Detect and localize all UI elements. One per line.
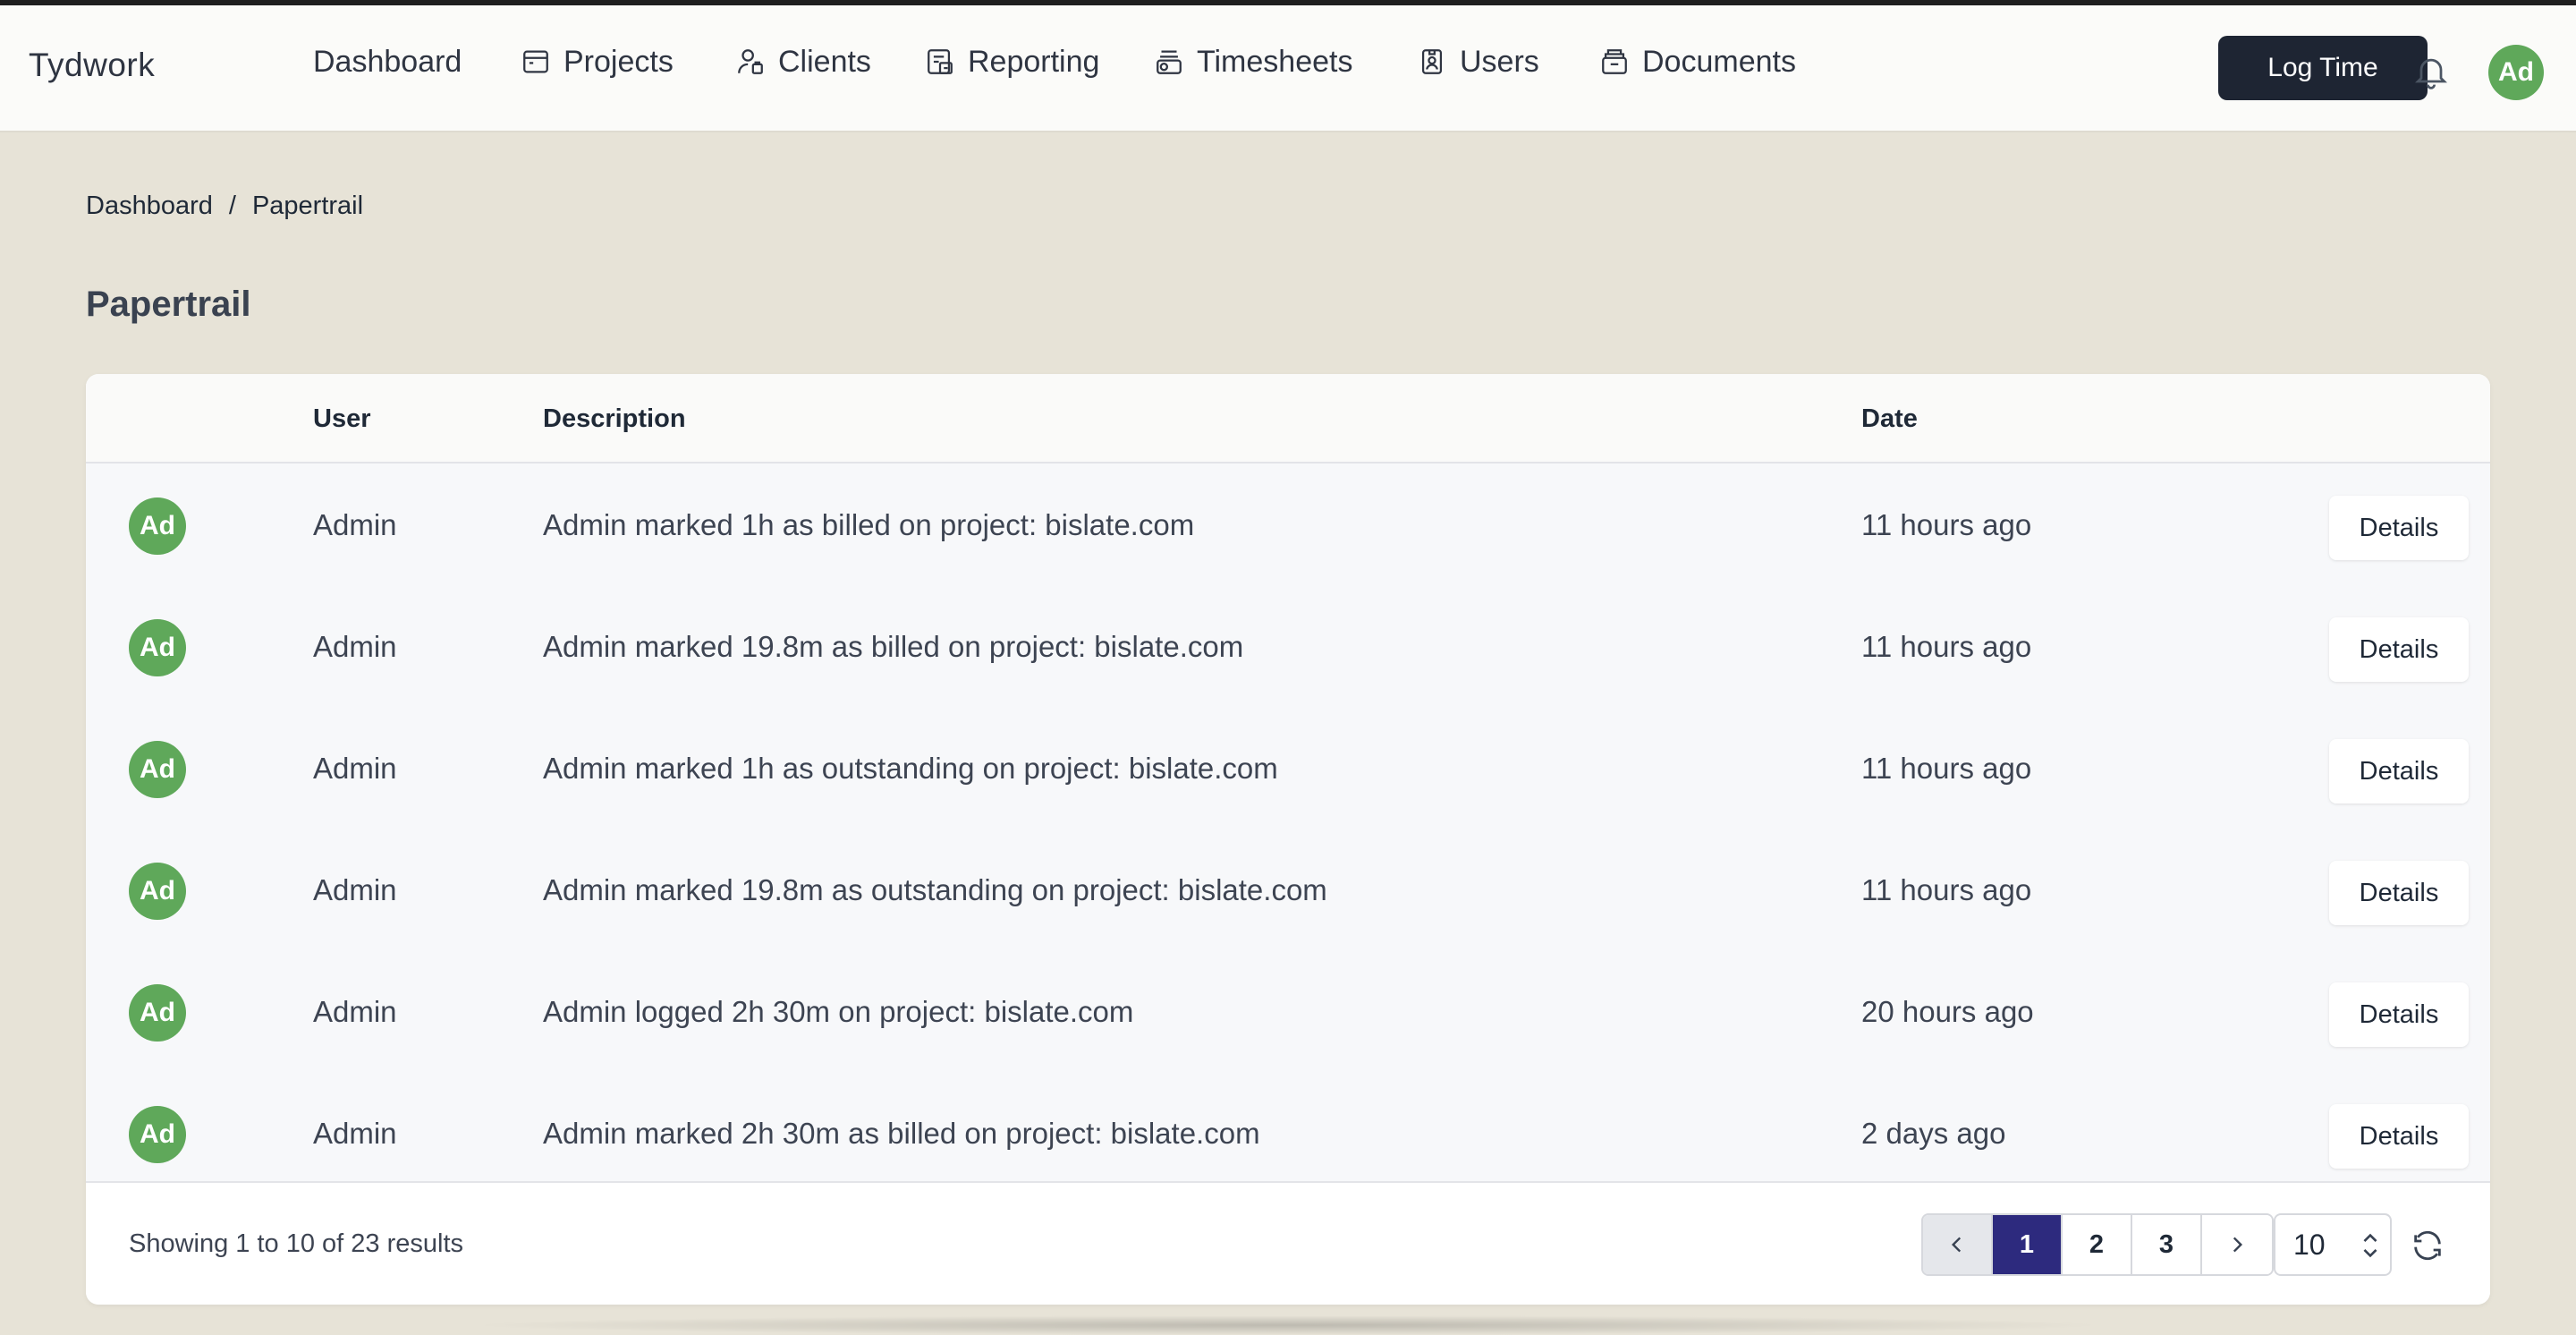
row-avatar: Ad (129, 741, 186, 798)
row-avatar: Ad (129, 863, 186, 920)
details-button[interactable]: Details (2329, 739, 2469, 804)
breadcrumb: Dashboard / Papertrail (86, 191, 363, 221)
nav-reporting[interactable]: Reporting (925, 32, 1099, 91)
column-header-date: Date (1861, 404, 1918, 433)
row-date: 11 hours ago (1861, 508, 2032, 541)
page-button-3[interactable]: 3 (2132, 1215, 2202, 1274)
column-header-description: Description (543, 404, 686, 433)
row-description: Admin marked 1h as billed on project: bi… (543, 508, 1195, 541)
row-date: 11 hours ago (1861, 873, 2032, 906)
details-button[interactable]: Details (2329, 617, 2469, 682)
row-user: Admin (313, 752, 397, 785)
papertrail-table-card: User Description Date Ad Admin Admin mar… (86, 374, 2490, 1305)
next-page-button[interactable] (2202, 1215, 2272, 1274)
prev-page-button[interactable] (1923, 1215, 1993, 1274)
table-row: Ad Admin Admin marked 19.8m as billed on… (86, 587, 2490, 709)
row-avatar: Ad (129, 984, 186, 1042)
refresh-icon[interactable] (2410, 1228, 2445, 1263)
table-footer: Showing 1 to 10 of 23 results 1 2 3 10 (86, 1181, 2490, 1305)
row-user: Admin (313, 630, 397, 663)
nav-dashboard[interactable]: Dashboard (313, 32, 462, 91)
nav-reporting-label: Reporting (968, 44, 1100, 79)
nav-timesheets-label: Timesheets (1197, 44, 1353, 79)
timesheets-icon (1154, 47, 1184, 77)
row-avatar: Ad (129, 497, 186, 555)
nav-projects[interactable]: Projects (521, 32, 674, 91)
reporting-icon (925, 47, 955, 77)
nav-users[interactable]: Users (1417, 32, 1539, 91)
documents-icon (1599, 47, 1630, 77)
breadcrumb-current: Papertrail (251, 191, 364, 220)
row-description: Admin marked 2h 30m as billed on project… (543, 1117, 1260, 1150)
row-description: Admin marked 19.8m as outstanding on pro… (543, 873, 1327, 906)
page-button-1[interactable]: 1 (1993, 1215, 2063, 1274)
page-bottom-shadow (465, 1315, 2111, 1335)
details-button[interactable]: Details (2329, 982, 2469, 1047)
table-row: Ad Admin Admin marked 2h 30m as billed o… (86, 1074, 2490, 1195)
nav-documents-label: Documents (1642, 44, 1796, 79)
table-row: Ad Admin Admin marked 1h as outstanding … (86, 709, 2490, 830)
nav-clients[interactable]: Clients (735, 32, 871, 91)
row-date: 11 hours ago (1861, 752, 2032, 785)
nav-users-label: Users (1460, 44, 1539, 79)
breadcrumb-dashboard[interactable]: Dashboard (86, 191, 213, 221)
details-button[interactable]: Details (2329, 496, 2469, 560)
nav-clients-label: Clients (778, 44, 871, 79)
row-user: Admin (313, 508, 397, 541)
nav-dashboard-label: Dashboard (313, 44, 462, 79)
stepper-icon[interactable] (2361, 1229, 2379, 1262)
top-navbar: Tydwork Dashboard Projects Clients Repor… (0, 5, 2576, 132)
table-row: Ad Admin Admin logged 2h 30m on project:… (86, 952, 2490, 1074)
nav-documents[interactable]: Documents (1599, 32, 1796, 91)
row-description: Admin marked 19.8m as billed on project:… (543, 630, 1244, 663)
details-button[interactable]: Details (2329, 861, 2469, 925)
table-header: User Description Date (86, 374, 2490, 463)
log-time-button[interactable]: Log Time (2218, 36, 2428, 100)
table-row: Ad Admin Admin marked 1h as billed on pr… (86, 465, 2490, 587)
row-date: 2 days ago (1861, 1117, 2006, 1150)
row-avatar: Ad (129, 1106, 186, 1163)
table-row: Ad Admin Admin marked 19.8m as outstandi… (86, 830, 2490, 952)
user-avatar[interactable]: Ad (2488, 45, 2544, 100)
row-description: Admin marked 1h as outstanding on projec… (543, 752, 1278, 785)
bell-icon[interactable] (2411, 52, 2451, 91)
row-user: Admin (313, 995, 397, 1028)
page-button-2[interactable]: 2 (2063, 1215, 2132, 1274)
per-page-value: 10 (2293, 1228, 2326, 1261)
client-icon (735, 47, 766, 77)
per-page-input[interactable]: 10 (2274, 1213, 2392, 1276)
column-header-user: User (313, 404, 371, 433)
nav-timesheets[interactable]: Timesheets (1154, 32, 1352, 91)
breadcrumb-separator: / (228, 191, 236, 220)
row-avatar: Ad (129, 619, 186, 676)
chevron-right-icon (2233, 1237, 2243, 1253)
row-user: Admin (313, 1117, 397, 1150)
row-description: Admin logged 2h 30m on project: bislate.… (543, 995, 1134, 1028)
details-button[interactable]: Details (2329, 1104, 2469, 1169)
chevron-left-icon (1951, 1237, 1962, 1253)
row-date: 11 hours ago (1861, 630, 2032, 663)
results-summary: Showing 1 to 10 of 23 results (129, 1229, 464, 1258)
row-user: Admin (313, 873, 397, 906)
nav-projects-label: Projects (564, 44, 674, 79)
id-badge-icon (1417, 47, 1447, 77)
row-date: 20 hours ago (1861, 995, 2034, 1028)
pagination: 1 2 3 (1921, 1213, 2274, 1276)
page-title: Papertrail (86, 285, 251, 324)
brand-logo[interactable]: Tydwork (29, 47, 155, 84)
folder-icon (521, 47, 551, 77)
